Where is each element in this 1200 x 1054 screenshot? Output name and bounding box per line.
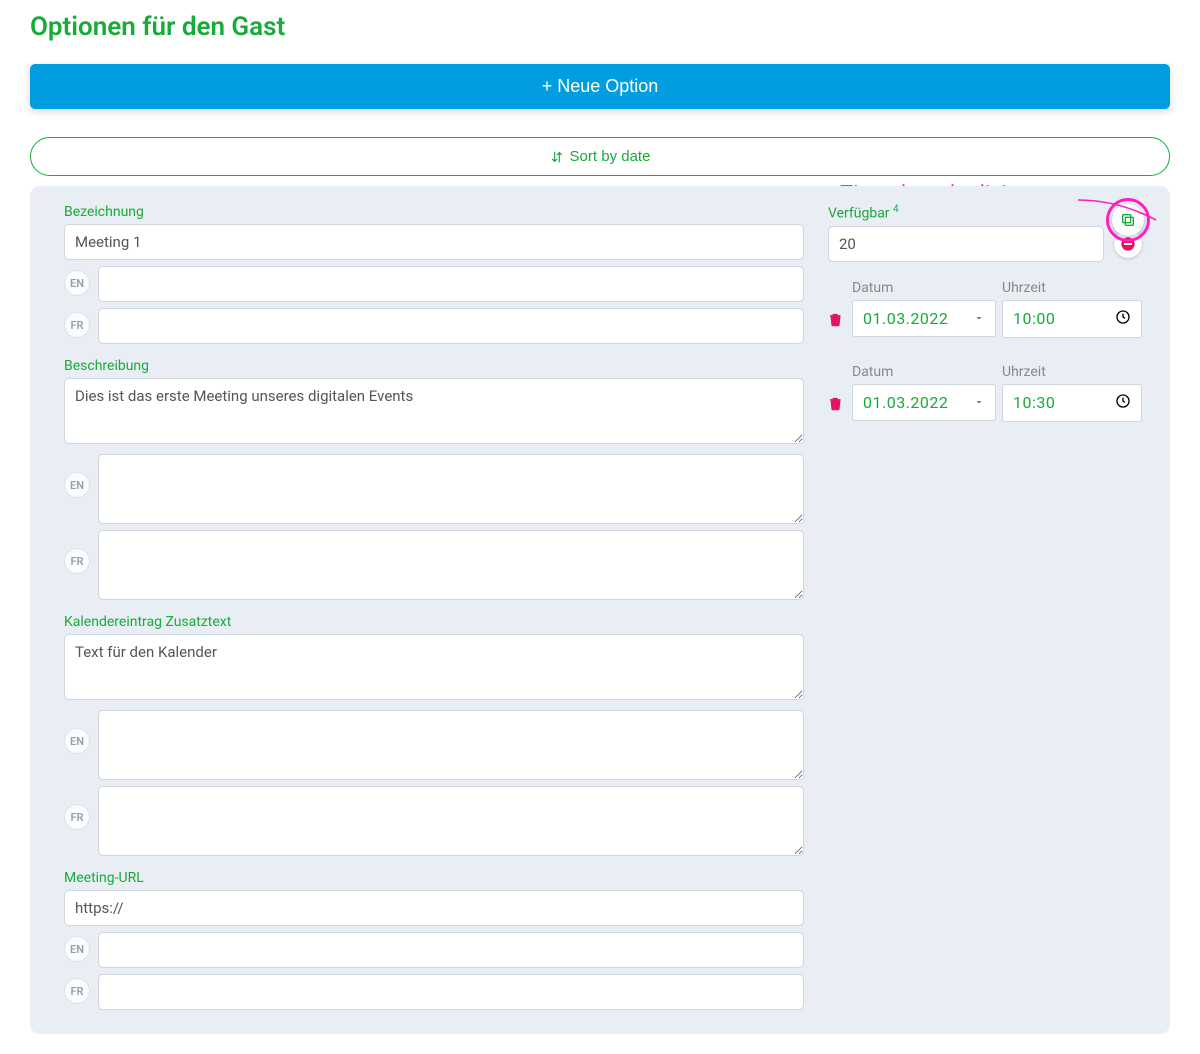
lang-fr-badge: FR xyxy=(64,978,90,1004)
option-card: Bezeichnung EN FR Beschreibung EN FR xyxy=(30,186,1170,1034)
lang-en-badge: EN xyxy=(64,936,90,962)
label-meeting-url: Meeting-URL xyxy=(64,870,804,886)
delete-timeslot-button[interactable] xyxy=(828,395,846,416)
description-en-input[interactable] xyxy=(98,454,804,524)
copy-icon xyxy=(1120,212,1136,228)
sort-by-date-button[interactable]: Sort by date xyxy=(30,137,1170,176)
time-input[interactable]: 10:30 xyxy=(1002,384,1142,422)
label-beschreibung: Beschreibung xyxy=(64,358,804,374)
trash-icon xyxy=(828,395,843,412)
label-kalender: Kalendereintrag Zusatztext xyxy=(64,614,804,630)
meeting-url-en-input[interactable] xyxy=(98,932,804,968)
time-input[interactable]: 10:00 xyxy=(1002,300,1142,338)
page-title: Optionen für den Gast xyxy=(30,12,1170,42)
timeslot-row: Datum Uhrzeit 01.03.2022 xyxy=(828,364,1142,422)
new-option-button[interactable]: + Neue Option xyxy=(30,64,1170,109)
chevron-down-icon xyxy=(973,393,985,412)
label-bezeichnung: Bezeichnung xyxy=(64,204,804,220)
lang-fr-badge: FR xyxy=(64,548,90,574)
label-verfuegbar: Verfügbar 4 xyxy=(828,204,1104,222)
lang-en-badge: EN xyxy=(64,728,90,754)
duplicate-timeslots-button[interactable] xyxy=(1112,204,1144,236)
label-uhrzeit: Uhrzeit xyxy=(1002,280,1142,296)
calendar-text-input[interactable] xyxy=(64,634,804,700)
label-datum: Datum xyxy=(852,364,992,380)
clock-icon xyxy=(1115,309,1131,329)
chevron-down-icon xyxy=(973,309,985,328)
label-uhrzeit: Uhrzeit xyxy=(1002,364,1142,380)
description-fr-input[interactable] xyxy=(98,530,804,600)
date-input[interactable]: 01.03.2022 xyxy=(852,300,996,337)
description-input[interactable] xyxy=(64,378,804,444)
calendar-text-fr-input[interactable] xyxy=(98,786,804,856)
meeting-url-input[interactable] xyxy=(64,890,804,926)
clock-icon xyxy=(1115,393,1131,413)
sort-by-date-label: Sort by date xyxy=(570,148,651,165)
timeslot-row: Datum Uhrzeit 01.03.2022 xyxy=(828,280,1142,338)
delete-timeslot-button[interactable] xyxy=(828,311,846,332)
available-input[interactable] xyxy=(828,226,1104,262)
date-input[interactable]: 01.03.2022 xyxy=(852,384,996,421)
calendar-text-en-input[interactable] xyxy=(98,710,804,780)
name-input[interactable] xyxy=(64,224,804,260)
sort-icon xyxy=(550,150,564,164)
lang-fr-badge: FR xyxy=(64,312,90,338)
meeting-url-fr-input[interactable] xyxy=(98,974,804,1010)
name-fr-input[interactable] xyxy=(98,308,804,344)
trash-icon xyxy=(828,311,843,328)
lang-en-badge: EN xyxy=(64,270,90,296)
lang-en-badge: EN xyxy=(64,472,90,498)
label-datum: Datum xyxy=(852,280,992,296)
name-en-input[interactable] xyxy=(98,266,804,302)
lang-fr-badge: FR xyxy=(64,804,90,830)
